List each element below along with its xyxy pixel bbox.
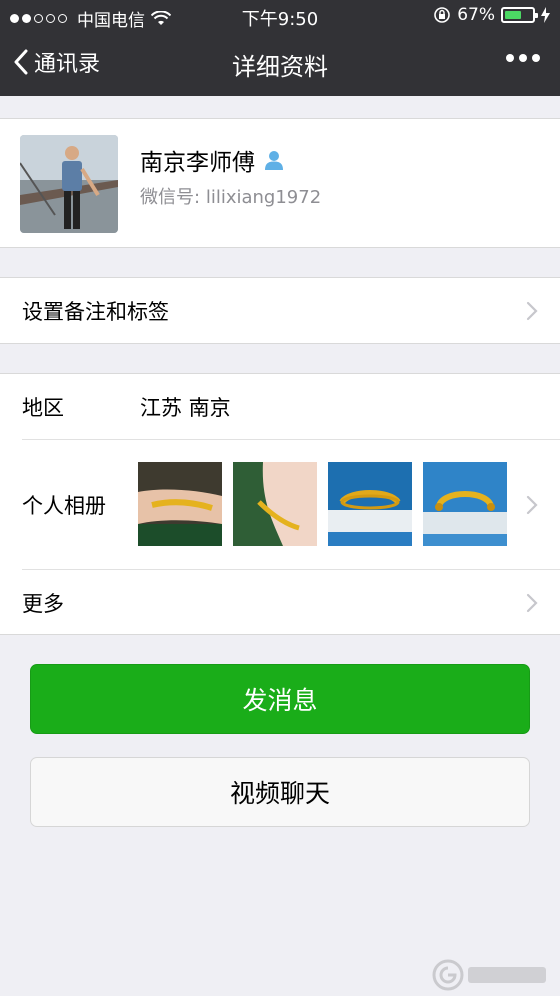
send-message-button[interactable]: 发消息 <box>30 664 530 734</box>
set-remark-tags-row[interactable]: 设置备注和标签 <box>0 277 560 344</box>
personal-album-label: 个人相册 <box>22 493 106 518</box>
watermark-logo <box>432 959 546 991</box>
page-title: 详细资料 <box>232 53 328 81</box>
profile-name: 南京李师傅 <box>140 150 255 176</box>
battery-icon <box>501 7 538 23</box>
chevron-right-icon <box>526 301 538 320</box>
chevron-right-icon <box>526 593 538 612</box>
region-label: 地区 <box>22 395 64 420</box>
wechat-id-label: 微信号: <box>140 187 201 208</box>
wechat-id: 微信号: lilixiang1972 <box>140 183 321 209</box>
male-gender-icon <box>265 151 283 170</box>
battery-percent: 67% <box>457 5 495 25</box>
album-photo[interactable] <box>138 462 222 546</box>
more-row[interactable]: 更多 <box>0 570 560 635</box>
album-photo[interactable] <box>328 462 412 546</box>
status-bar: 中国电信 下午9:50 67% <box>0 0 560 32</box>
region-row: 地区 江苏 南京 <box>0 374 560 439</box>
chevron-right-icon <box>526 495 538 514</box>
album-thumbnails <box>138 462 507 546</box>
nav-bar: 通讯录 详细资料 <box>0 32 560 96</box>
more-options-button[interactable] <box>506 54 540 62</box>
video-call-button[interactable]: 视频聊天 <box>30 757 530 827</box>
album-photo[interactable] <box>423 462 507 546</box>
profile-card: 南京李师傅 微信号: lilixiang1972 <box>0 118 560 248</box>
top-bar: 中国电信 下午9:50 67% 通讯录 详细资料 <box>0 0 560 96</box>
info-card: 地区 江苏 南京 个人相册 更多 <box>0 373 560 635</box>
set-remark-tags-label: 设置备注和标签 <box>22 299 169 324</box>
avatar[interactable] <box>20 135 118 233</box>
wechat-id-value: lilixiang1972 <box>205 187 322 208</box>
region-value: 江苏 南京 <box>140 395 231 420</box>
rotation-lock-icon <box>434 7 451 23</box>
charging-icon <box>541 7 550 23</box>
status-right: 67% <box>433 5 550 25</box>
name-row: 南京李师傅 <box>140 143 285 177</box>
album-photo[interactable] <box>233 462 317 546</box>
more-label: 更多 <box>22 591 64 616</box>
